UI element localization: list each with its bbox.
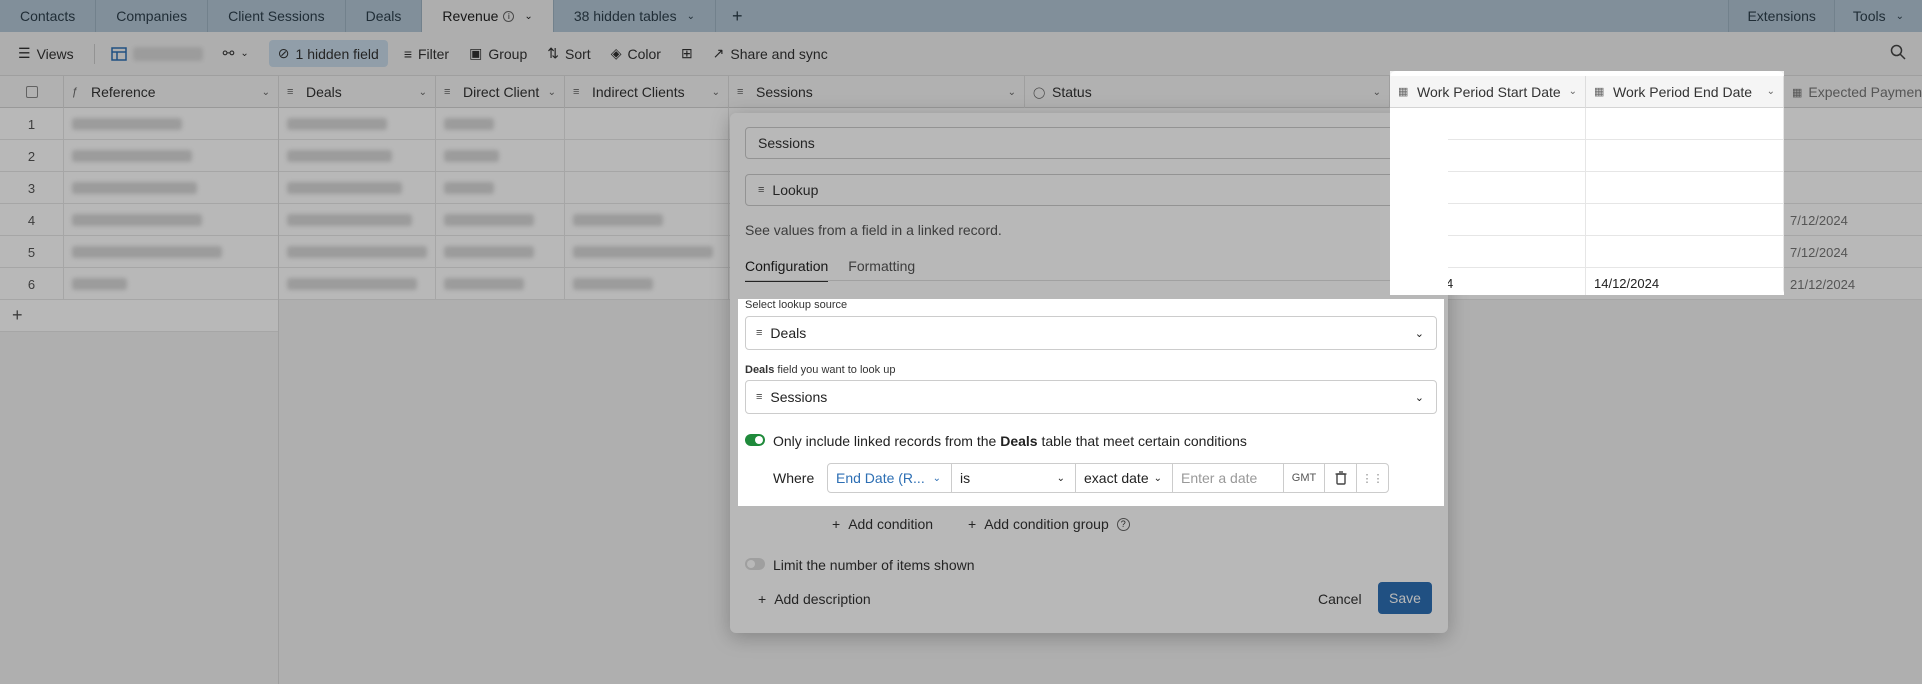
- cell-expected-payment[interactable]: 7/12/2024: [1790, 213, 1848, 228]
- chevron-down-icon: ⌄: [1056, 472, 1065, 484]
- trash-icon[interactable]: [1324, 463, 1357, 493]
- column-label: Expected Payment: [1808, 84, 1922, 100]
- lookup-field-label-rest: field you want to look up: [774, 364, 896, 376]
- dialog-edge-mask: [1390, 108, 1448, 295]
- conditions-toggle-label: Only include linked records from the Dea…: [773, 433, 1247, 449]
- conditions-text-post: table that meet certain conditions: [1037, 433, 1247, 449]
- where-label: Where: [773, 470, 815, 486]
- column-header-work-period-start[interactable]: ▦ Work Period Start Date ⌄: [1390, 76, 1586, 108]
- lookup-field-label-table: Deals: [745, 364, 775, 376]
- condition-row: Where End Date (R... ⌄ is ⌄ exact date ⌄ En…: [738, 461, 1389, 495]
- chevron-down-icon[interactable]: ⌄: [1569, 86, 1577, 97]
- lookup-field-value: Sessions: [770, 389, 828, 405]
- condition-field-value: End Date (R...: [836, 470, 925, 486]
- condition-date-mode-select[interactable]: exact date ⌄: [1075, 463, 1173, 493]
- chevron-down-icon: ⌄: [1414, 391, 1424, 404]
- conditions-text-pre: Only include linked records from the: [773, 433, 1001, 449]
- date-input-placeholder: Enter a date: [1181, 470, 1258, 486]
- cell-end-date[interactable]: [1586, 236, 1784, 268]
- calendar-icon: ▦: [1594, 86, 1605, 98]
- column-label: Work Period End Date: [1613, 83, 1753, 100]
- lookup-source-label: Select lookup source: [745, 299, 848, 311]
- condition-date-input[interactable]: Enter a date: [1172, 463, 1284, 493]
- chevron-down-icon: ⌄: [932, 472, 941, 484]
- dim-overlay: [0, 71, 1390, 299]
- column-header-work-period-end[interactable]: ▦ Work Period End Date ⌄: [1586, 76, 1784, 108]
- dim-overlay: [0, 506, 1922, 684]
- cell-end-date[interactable]: [1586, 204, 1784, 236]
- lookup-config-panel: Select lookup source ≡ Deals ⌄ Deals field…: [738, 299, 1444, 506]
- condition-operator-select[interactable]: is ⌄: [951, 463, 1076, 493]
- link-icon: ≡: [756, 327, 763, 339]
- cell-end-date[interactable]: 14/12/2024: [1586, 268, 1784, 295]
- dim-overlay: [0, 299, 738, 506]
- timezone-label: GMT: [1283, 463, 1325, 493]
- calendar-icon: ▦: [1398, 86, 1409, 98]
- condition-field-select[interactable]: End Date (R... ⌄: [827, 463, 952, 493]
- cell-expected-payment[interactable]: 7/12/2024: [1790, 245, 1848, 260]
- dim-overlay: [1444, 299, 1922, 506]
- chevron-down-icon: ⌄: [1414, 327, 1424, 340]
- condition-operator-value: is: [960, 470, 971, 486]
- cell-end-date[interactable]: [1586, 172, 1784, 204]
- column-header-expected-payment[interactable]: ▦ Expected Payment: [1784, 76, 1922, 108]
- lookup-source-select[interactable]: ≡ Deals ⌄: [745, 316, 1437, 350]
- cell-end-date[interactable]: [1586, 108, 1784, 140]
- conditions-toggle[interactable]: [745, 434, 765, 446]
- lookup-field-select[interactable]: ≡ Sessions ⌄: [745, 380, 1437, 414]
- conditions-text-table: Deals: [1000, 433, 1038, 449]
- chevron-down-icon[interactable]: ⌄: [1767, 86, 1775, 97]
- calendar-icon: ▦: [1792, 86, 1803, 99]
- dim-overlay: [0, 0, 1922, 71]
- highlighted-date-columns: ▦ Work Period Start Date ⌄ ▦ Work Period En…: [1390, 71, 1784, 295]
- cell-end-date[interactable]: [1586, 140, 1784, 172]
- lookup-source-value: Deals: [770, 325, 807, 341]
- condition-date-mode-value: exact date: [1084, 470, 1149, 486]
- column-label: Work Period Start Date: [1417, 83, 1561, 100]
- lookup-field-label: Deals field you want to look up: [745, 364, 895, 376]
- chevron-down-icon: ⌄: [1153, 472, 1162, 484]
- link-icon: ≡: [756, 391, 763, 403]
- drag-handle-icon[interactable]: ⋮⋮: [1356, 463, 1389, 493]
- cell-expected-payment[interactable]: 21/12/2024: [1790, 277, 1855, 292]
